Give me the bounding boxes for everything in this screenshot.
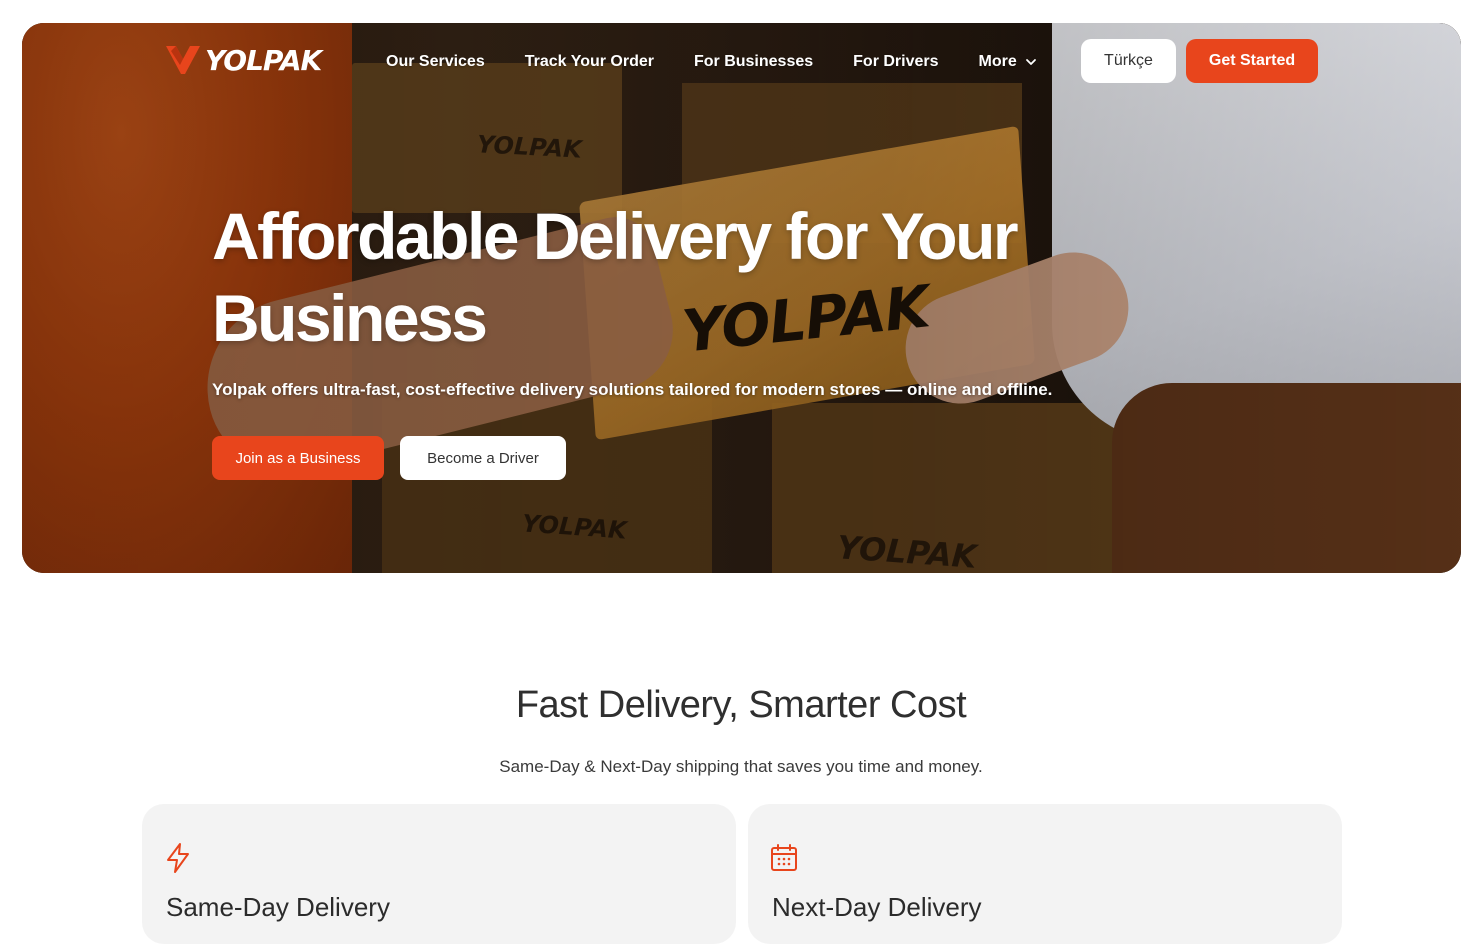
next-day-card[interactable]: Next-Day Delivery: [748, 804, 1342, 944]
nav-track-order[interactable]: Track Your Order: [505, 51, 674, 73]
card-title: Next-Day Delivery: [772, 892, 982, 922]
nav-for-drivers[interactable]: For Drivers: [833, 51, 958, 73]
yolpak-logo-icon: [166, 46, 200, 74]
nav-our-services[interactable]: Our Services: [386, 51, 505, 73]
become-driver-button[interactable]: Become a Driver: [400, 436, 566, 480]
hero-title: Affordable Delivery for Your Business: [212, 195, 1112, 359]
language-button[interactable]: Türkçe: [1081, 39, 1176, 83]
hero-title-line: Business: [212, 281, 488, 355]
hero-subtitle: Yolpak offers ultra-fast, cost-effective…: [212, 380, 1053, 399]
nav-more-label: More: [978, 53, 1017, 70]
hero-title-line: Affordable Delivery for Your: [212, 199, 1019, 273]
lightning-icon: [167, 843, 189, 873]
nav-more[interactable]: More: [959, 51, 1057, 73]
chevron-down-icon: [1025, 59, 1036, 65]
section-subtitle: Same-Day & Next-Day shipping that saves …: [499, 757, 983, 776]
join-as-business-button[interactable]: Join as a Business: [212, 436, 384, 480]
get-started-button[interactable]: Get Started: [1186, 39, 1318, 83]
nav-for-businesses[interactable]: For Businesses: [674, 51, 833, 73]
main-nav: Our Services Track Your Order For Busine…: [386, 51, 1057, 73]
same-day-card[interactable]: Same-Day Delivery: [142, 804, 736, 944]
calendar-icon: [771, 844, 797, 871]
logo-wordmark: YOLPAK: [205, 43, 322, 77]
hero-banner: YOLPAK YOLPAK YOLPAK YOLPAK YOLPAK Our S…: [22, 23, 1461, 573]
card-title: Same-Day Delivery: [166, 892, 390, 922]
section-title: Fast Delivery, Smarter Cost: [515, 684, 967, 726]
brand-logo[interactable]: YOLPAK: [165, 43, 322, 77]
